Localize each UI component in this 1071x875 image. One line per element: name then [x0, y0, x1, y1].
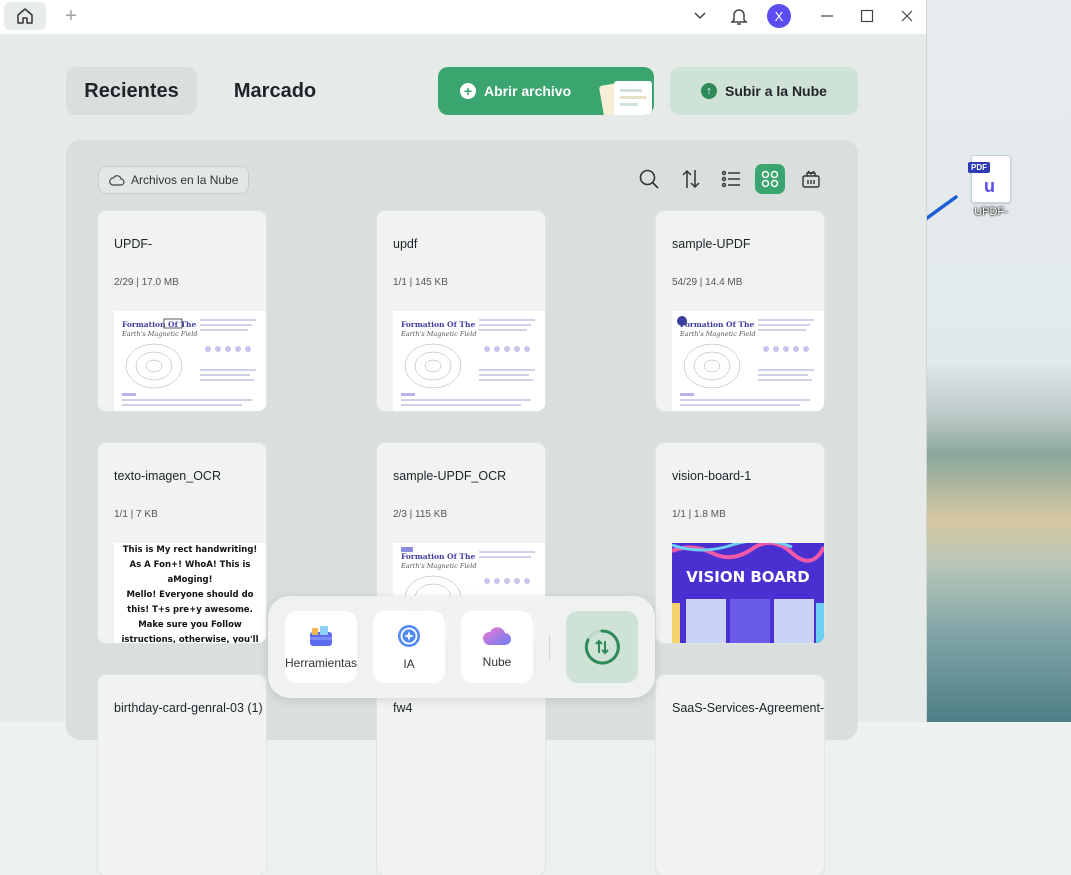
sort-icon: [682, 169, 700, 189]
file-thumbnail: VISION BOARD: [672, 543, 824, 643]
svg-text:Earth's Magnetic Field: Earth's Magnetic Field: [121, 330, 198, 338]
document-thumbnail: Formation Of The Earth's Magnetic Field: [400, 319, 535, 406]
minimize-button[interactable]: [816, 4, 838, 28]
updf-logo-icon: u: [984, 176, 995, 196]
toolbox-icon: [310, 626, 332, 646]
file-card[interactable]: vision-board-1 1/1 | 1.8 MB VISION BOARD: [656, 443, 824, 643]
list-view-button[interactable]: [716, 164, 746, 194]
cloud-button[interactable]: Nube: [461, 611, 533, 683]
archive-icon: [802, 170, 820, 188]
svg-text:Earth's Magnetic Field: Earth's Magnetic Field: [679, 330, 756, 338]
title-bar: + X: [0, 0, 926, 34]
desktop-file-label: UPDF-: [974, 206, 1008, 218]
avatar: X: [767, 4, 791, 28]
svg-text:Formation Of The: Formation Of The: [680, 320, 754, 329]
file-thumbnail: Formation Of The Earth's Magnetic Field: [114, 311, 266, 411]
file-meta: 1/1 | 7 KB: [114, 509, 158, 520]
documents-illustration-icon: [599, 80, 652, 115]
desktop-background: [926, 0, 1071, 722]
file-name: fw4: [393, 701, 413, 715]
file-name: sample-UPDF: [672, 237, 751, 251]
desktop-file-icon[interactable]: PDF u UPDF-: [968, 155, 1014, 218]
svg-text:VISION BOARD: VISION BOARD: [686, 568, 810, 586]
file-name: sample-UPDF_OCR: [393, 469, 507, 483]
bell-icon[interactable]: [728, 4, 750, 28]
ai-button[interactable]: IA: [373, 611, 445, 683]
close-button[interactable]: [896, 4, 918, 28]
search-icon: [639, 169, 659, 189]
file-card[interactable]: fw4: [377, 675, 545, 875]
floating-dock: Herramientas IA Nube: [268, 596, 655, 698]
chip-label: Archivos en la Nube: [131, 173, 239, 187]
sync-icon: [584, 629, 620, 665]
file-thumbnail: Formation Of The Earth's Magnetic Field: [393, 311, 545, 411]
home-tab[interactable]: [4, 2, 46, 30]
cloud-label: Nube: [482, 655, 512, 669]
tools-button[interactable]: Herramientas: [285, 611, 357, 683]
pdf-file-icon: PDF u: [968, 155, 1011, 203]
bin-button[interactable]: [796, 164, 826, 194]
file-name: UPDF-: [114, 237, 153, 251]
grid-view-icon: [761, 170, 779, 188]
ai-icon: [398, 625, 420, 647]
dock-divider: [549, 634, 550, 660]
file-card[interactable]: birthday-card-genral-03 (1): [98, 675, 266, 875]
app-window: + X Recientes Marcado + Abrir archivo ↑ …: [0, 0, 927, 875]
chevron-down-icon[interactable]: [690, 4, 710, 28]
maximize-icon: [860, 9, 874, 23]
file-card[interactable]: updf 1/1 | 145 KB Formation Of The Earth…: [377, 211, 545, 411]
cloud-files-filter-chip[interactable]: Archivos en la Nube: [98, 166, 250, 194]
file-name: texto-imagen_OCR: [114, 469, 221, 483]
home-icon: [17, 8, 33, 24]
file-name: updf: [393, 237, 418, 251]
file-card[interactable]: UPDF- 2/29 | 17.0 MB Formation Of The Ea…: [98, 211, 266, 411]
upload-cloud-button[interactable]: ↑ Subir a la Nube: [670, 67, 858, 115]
file-thumbnail: This is My rect handwriting! As A Fon+! …: [114, 543, 266, 643]
minimize-icon: [821, 15, 833, 17]
svg-text:Formation Of The: Formation Of The: [122, 320, 196, 329]
file-name: birthday-card-genral-03 (1): [114, 701, 263, 715]
new-tab-button[interactable]: +: [60, 4, 82, 28]
sort-button[interactable]: [676, 164, 706, 194]
grid-view-button[interactable]: [755, 164, 785, 194]
file-card[interactable]: texto-imagen_OCR 1/1 | 7 KB This is My r…: [98, 443, 266, 643]
cloud-icon: [482, 627, 511, 645]
ai-label: IA: [403, 657, 415, 671]
svg-text:Formation Of The: Formation Of The: [401, 320, 475, 329]
file-meta: 54/29 | 14.4 MB: [672, 277, 743, 288]
user-avatar[interactable]: X: [766, 4, 792, 28]
search-button[interactable]: [634, 164, 664, 194]
tools-label: Herramientas: [284, 656, 358, 670]
file-name: SaaS-Services-Agreement-Template: [672, 701, 824, 715]
upload-arrow-icon: ↑: [701, 83, 718, 99]
plus-circle-icon: +: [460, 83, 476, 99]
svg-text:Formation Of The: Formation Of The: [401, 552, 475, 561]
svg-text:Earth's Magnetic Field: Earth's Magnetic Field: [400, 562, 477, 570]
open-file-label: Abrir archivo: [484, 83, 572, 99]
file-meta: 1/1 | 145 KB: [393, 277, 448, 288]
tab-recent[interactable]: Recientes: [66, 67, 197, 115]
tab-bookmarked[interactable]: Marcado: [215, 67, 335, 115]
file-name: vision-board-1: [672, 469, 752, 483]
file-card[interactable]: sample-UPDF 54/29 | 14.4 MB Formation Of…: [656, 211, 824, 411]
sync-button[interactable]: [566, 611, 638, 683]
file-meta: 1/1 | 1.8 MB: [672, 509, 726, 520]
svg-text:Earth's Magnetic Field: Earth's Magnetic Field: [400, 330, 477, 338]
document-thumbnail: Formation Of The Earth's Magnetic Field: [677, 316, 814, 406]
file-meta: 2/29 | 17.0 MB: [114, 277, 179, 288]
ocr-text-preview: This is My rect handwriting! As A Fon+! …: [121, 545, 259, 643]
file-card[interactable]: SaaS-Services-Agreement-Template: [656, 675, 824, 875]
open-file-button[interactable]: + Abrir archivo: [438, 67, 654, 115]
file-thumbnail: Formation Of The Earth's Magnetic Field: [672, 311, 824, 411]
cloud-icon: [109, 175, 125, 186]
pdf-tag: PDF: [968, 162, 990, 173]
close-icon: [901, 10, 913, 22]
file-meta: 2/3 | 115 KB: [393, 509, 448, 520]
list-view-icon: [721, 170, 740, 188]
upload-cloud-label: Subir a la Nube: [725, 83, 827, 99]
vision-board-thumbnail: VISION BOARD: [672, 543, 824, 643]
document-thumbnail: Formation Of The Earth's Magnetic Field: [121, 318, 256, 406]
maximize-button[interactable]: [856, 4, 878, 28]
